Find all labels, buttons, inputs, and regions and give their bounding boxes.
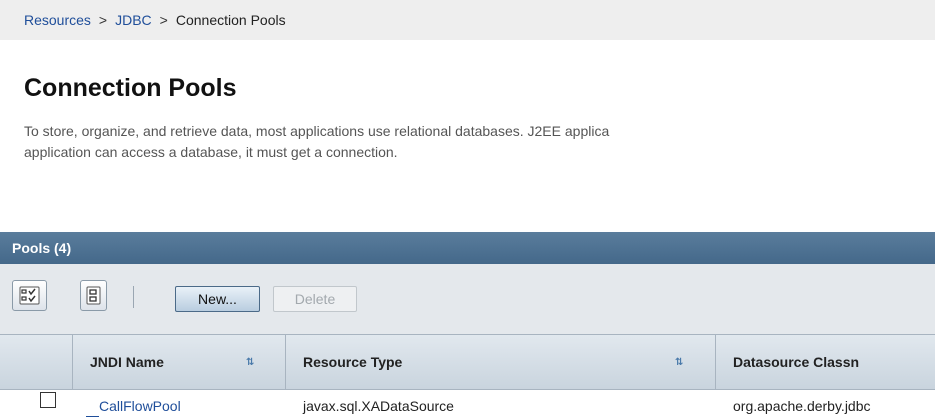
- page-title: Connection Pools: [24, 74, 237, 102]
- sort-icon[interactable]: ⇅: [246, 357, 254, 368]
- breadcrumb-current: Connection Pools: [175, 12, 286, 28]
- page-description: To store, organize, and retrieve data, m…: [24, 121, 935, 163]
- column-header-jndi-name[interactable]: JNDI Name: [90, 335, 270, 389]
- deselect-all-button[interactable]: [80, 280, 107, 311]
- breadcrumb-link-resources[interactable]: Resources: [24, 12, 91, 28]
- page: Resources > JDBC > Connection Pools Conn…: [0, 0, 935, 419]
- breadcrumb: Resources > JDBC > Connection Pools: [0, 0, 935, 40]
- new-button[interactable]: New...: [175, 286, 260, 312]
- column-header-datasource-classname-label: Datasource Classn: [733, 354, 860, 370]
- sort-icon[interactable]: ⇅: [675, 357, 683, 368]
- column-header-datasource-classname[interactable]: Datasource Classn: [733, 335, 935, 389]
- jndi-name-link[interactable]: CallFlowPool: [99, 398, 181, 414]
- breadcrumb-separator: >: [98, 12, 108, 28]
- page-description-line-2: application can access a database, it mu…: [24, 144, 398, 160]
- datasource-classname-cell: org.apache.derby.jdbc: [733, 398, 871, 414]
- column-header-resource-type[interactable]: Resource Type: [303, 335, 683, 389]
- breadcrumb-link-jdbc[interactable]: JDBC: [115, 12, 152, 28]
- row-select-checkbox[interactable]: [40, 392, 56, 408]
- select-all-button[interactable]: [12, 280, 47, 311]
- column-header-jndi-name-label: JNDI Name: [90, 354, 164, 370]
- delete-button[interactable]: Delete: [273, 286, 357, 312]
- table-column-header-row: JNDI Name ⇅ Resource Type ⇅ Datasource C…: [0, 334, 935, 390]
- breadcrumb-separator: >: [159, 12, 168, 28]
- column-header-resource-type-label: Resource Type: [303, 354, 403, 370]
- toolbar-divider: [133, 286, 134, 308]
- page-description-line-1: To store, organize, and retrieve data, m…: [24, 123, 610, 139]
- table-toolbar: [0, 264, 935, 334]
- select-all-icon: [19, 286, 40, 305]
- resource-type-cell: javax.sql.XADataSource: [303, 398, 454, 414]
- deselect-all-icon: [86, 286, 101, 305]
- link-underline: [86, 416, 99, 417]
- pools-table-header: Pools (4): [0, 232, 935, 264]
